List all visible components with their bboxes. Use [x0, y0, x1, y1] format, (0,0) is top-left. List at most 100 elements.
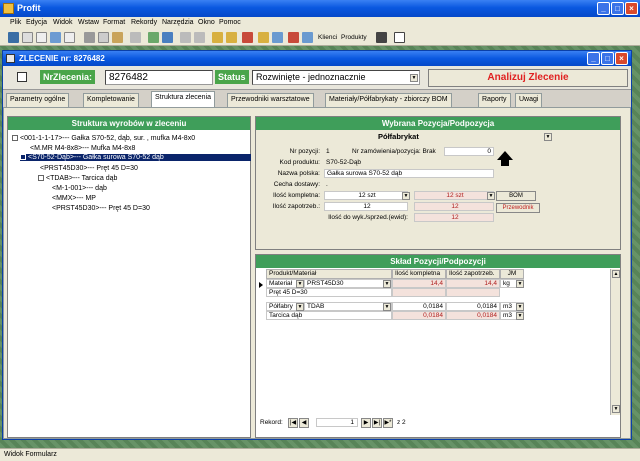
tree-item[interactable]: <TDAB>--- Tarcica dąb [38, 175, 117, 182]
vertical-scrollbar[interactable]: ▲ ▼ [610, 269, 620, 415]
collapse-icon[interactable] [20, 154, 26, 160]
tree-item[interactable]: <PRST45D30>--- Pręt 45 D=30 [52, 205, 150, 212]
menu-narzedzia[interactable]: Narzędzia [162, 19, 194, 26]
up-arrow-icon[interactable] [497, 151, 513, 160]
col-header-ilosc-zapotrzeb[interactable]: Ilość zapotrzeb. [446, 269, 500, 279]
tree-item-selected[interactable]: <S70-52-Dąb>--- Gałka surowa S70-52 dąb [20, 154, 251, 161]
ilosc-kompletna-field[interactable]: 12 szt [324, 191, 408, 200]
row2-name[interactable]: Tarcica dąb [266, 311, 392, 320]
undo-icon[interactable] [130, 32, 141, 43]
print-icon[interactable] [36, 32, 47, 43]
ilosc-do-wyk-field[interactable]: 12 [414, 213, 494, 222]
menu-okno[interactable]: Okno [198, 19, 215, 26]
menu-rekordy[interactable]: Rekordy [131, 19, 157, 26]
row1-blank-2[interactable] [446, 288, 500, 297]
preview-icon[interactable] [50, 32, 61, 43]
row1-code-dropdown-icon[interactable]: ▼ [383, 280, 391, 288]
scroll-up-icon[interactable]: ▲ [612, 270, 620, 278]
tab-raporty[interactable]: Raporty [478, 93, 511, 107]
menu-edycja[interactable]: Edycja [26, 19, 47, 26]
menu-wstaw[interactable]: Wstaw [78, 19, 99, 26]
tab-uwagi[interactable]: Uwagi [515, 93, 543, 107]
save-icon[interactable] [22, 32, 33, 43]
menu-pomoc[interactable]: Pomoc [219, 19, 241, 26]
collapse-icon[interactable] [38, 175, 44, 181]
tab-przewodniki-warsztatowe[interactable]: Przewodniki warsztatowe [227, 93, 314, 107]
sort-asc-icon[interactable] [180, 32, 191, 43]
menu-widok[interactable]: Widok [53, 19, 72, 26]
col-header-ilosc-kompletna[interactable]: Ilość kompletna [392, 269, 446, 279]
hyperlink-icon[interactable] [148, 32, 159, 43]
first-record-button[interactable]: |◀ [288, 418, 298, 428]
tree-item[interactable]: <M-1-001>--- dąb [52, 185, 107, 192]
row2-ilosc-kompletna[interactable]: 0,0184 [392, 302, 446, 311]
menu-plik[interactable]: Plik [10, 19, 21, 26]
new-record-button[interactable]: ▶* [383, 418, 393, 428]
remove-filter-icon[interactable] [242, 32, 253, 43]
cut-icon[interactable] [84, 32, 95, 43]
filter-selection-icon[interactable] [212, 32, 223, 43]
nr-zamowienia-field[interactable]: 0 [444, 147, 494, 156]
tab-struktura-zlecenia[interactable]: Struktura zlecenia [151, 91, 216, 107]
design-view-icon[interactable] [8, 32, 19, 43]
ilosc-zapotrzeb-field[interactable]: 12 [324, 202, 408, 211]
close-button[interactable]: × [625, 2, 638, 15]
klienci-button[interactable]: Klienci [318, 34, 337, 41]
win-close-button[interactable]: × [615, 52, 628, 65]
tree-item[interactable]: <001-1-1-17>--- Gałka S70-52, dąb, sur. … [12, 135, 195, 142]
web-icon[interactable] [162, 32, 173, 43]
row1-type-dropdown-icon[interactable]: ▼ [296, 280, 304, 288]
paste-icon[interactable] [112, 32, 123, 43]
ilosc-kompletna-2-dropdown-icon[interactable]: ▼ [487, 192, 495, 200]
tree-item[interactable]: <M.MR M4-8x8>--- Mufka M4-8x8 [30, 145, 135, 152]
properties-icon[interactable] [302, 32, 313, 43]
tab-materialy-bom[interactable]: Materiały/Półfabrykaty - zbiorczy BOM [325, 93, 452, 107]
collapse-icon[interactable] [12, 135, 18, 141]
row2-ilosc-zapotrzeb-red[interactable]: 0,0184 [446, 311, 500, 320]
prev-record-button[interactable]: ◀ [299, 418, 309, 428]
col-header-produkt[interactable]: Produkt/Materiał [266, 269, 392, 279]
status-dropdown-arrow-icon[interactable]: ▼ [410, 74, 418, 82]
spell-icon[interactable] [64, 32, 75, 43]
row2-type-dropdown-icon[interactable]: ▼ [296, 303, 304, 311]
delete-record-icon[interactable] [288, 32, 299, 43]
type-dropdown-arrow-icon[interactable]: ▼ [544, 133, 552, 141]
next-record-button[interactable]: ▶ [361, 418, 371, 428]
col-header-jm[interactable]: JM [500, 269, 524, 279]
win-maximize-button[interactable]: □ [601, 52, 614, 65]
row1-name[interactable]: Pręt 45 D=30 [266, 288, 392, 297]
new-record-icon[interactable] [272, 32, 283, 43]
row1-code[interactable]: PRST45D30 [304, 279, 392, 288]
record-number-field[interactable]: 1 [316, 418, 358, 427]
produkty-button[interactable]: Produkty [341, 34, 367, 41]
przewodnik-button[interactable]: Przewodnik [496, 203, 540, 213]
menu-format[interactable]: Format [103, 19, 125, 26]
row2-ilosc-zapotrzeb[interactable]: 0,0184 [446, 302, 500, 311]
row2-ilosc-kompletna-red[interactable]: 0,0184 [392, 311, 446, 320]
tree-item[interactable]: <PRST45D30>--- Pręt 45 D=30 [40, 165, 138, 172]
tab-parametry-ogolne[interactable]: Parametry ogólne [6, 93, 70, 107]
binoculars-icon[interactable] [376, 32, 387, 43]
filter-form-icon[interactable] [226, 32, 237, 43]
nazwa-polska-field[interactable]: Gałka surowa S70-52 dąb [324, 169, 494, 178]
last-record-button[interactable]: ▶| [372, 418, 382, 428]
win-minimize-button[interactable]: _ [587, 52, 600, 65]
find-icon[interactable] [258, 32, 269, 43]
copy-icon[interactable] [98, 32, 109, 43]
row2-code[interactable]: TDAB [304, 302, 392, 311]
sort-desc-icon[interactable] [194, 32, 205, 43]
row1-ilosc-zapotrzeb[interactable]: 14,4 [446, 279, 500, 288]
order-number-field[interactable]: 8276482 [105, 70, 213, 85]
bom-button[interactable]: BOM [496, 191, 536, 201]
ilosc-kompletna-field-2[interactable]: 12 szt [414, 191, 494, 200]
ilosc-zapotrzeb-field-2[interactable]: 12 [414, 202, 494, 211]
row2-code-dropdown-icon[interactable]: ▼ [383, 303, 391, 311]
help-icon[interactable] [394, 32, 405, 43]
maximize-button[interactable]: □ [611, 2, 624, 15]
row1-ilosc-kompletna[interactable]: 14,4 [392, 279, 446, 288]
minimize-button[interactable]: _ [597, 2, 610, 15]
ilosc-kompletna-dropdown-icon[interactable]: ▼ [402, 192, 410, 200]
record-selector-icon[interactable] [17, 72, 27, 82]
tab-kompletowanie[interactable]: Kompletowanie [83, 93, 139, 107]
row1-blank-1[interactable] [392, 288, 446, 297]
